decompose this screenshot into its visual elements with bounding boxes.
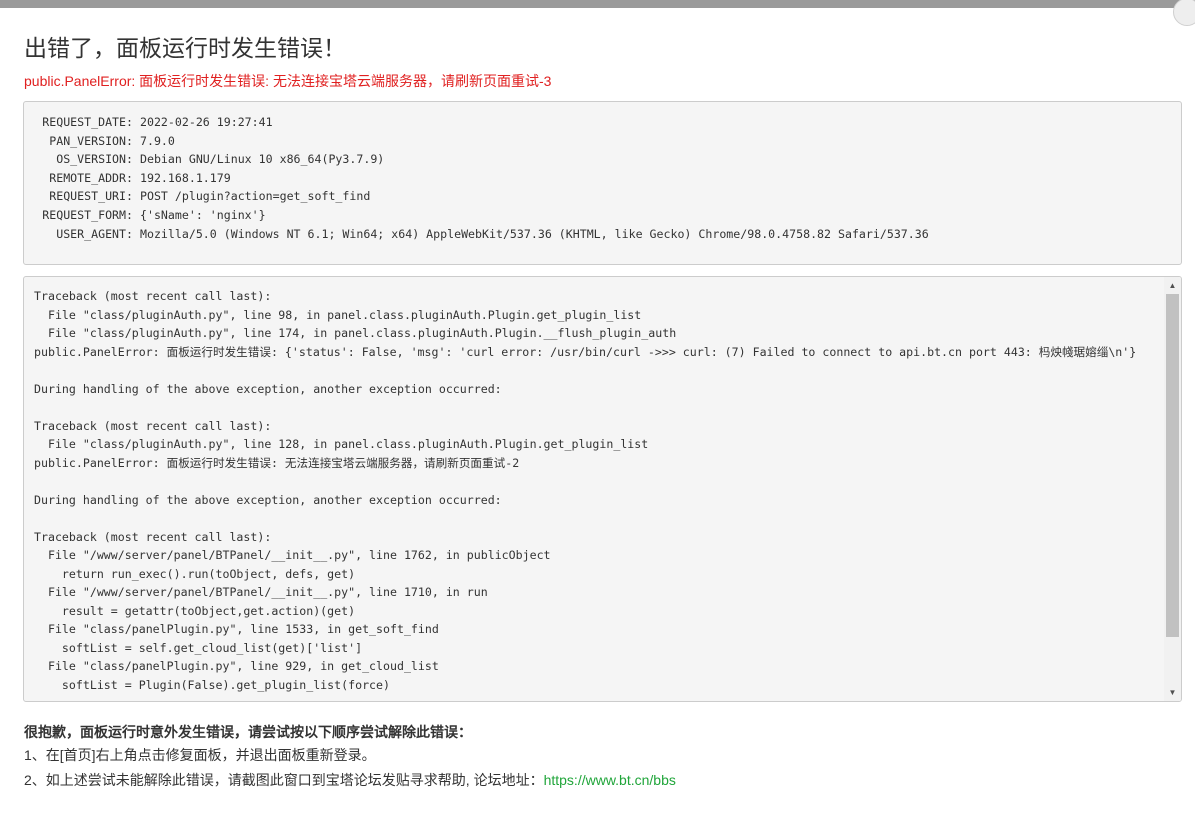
- traceback-line: During handling of the above exception, …: [34, 492, 502, 507]
- forum-link[interactable]: https://www.bt.cn/bbs: [544, 772, 676, 788]
- traceback-line: File "/www/server/panel/BTPanel/__init__…: [34, 548, 551, 562]
- request-info-value: 192.168.1.179: [139, 170, 231, 185]
- help-section: 很抱歉，面板运行时意外发生错误，请尝试按以下顺序尝试解除此错误： 1、在[首页]…: [24, 721, 676, 793]
- traceback-line: return run_exec().run(toObject, defs, ge…: [34, 566, 356, 581]
- request-info-panel: REQUEST_DATE: 2022-02-26 19:27:41 PAN_VE…: [23, 101, 1182, 265]
- request-info-value: {'sName': 'nginx'}: [139, 207, 266, 222]
- request-info-key: OS_VERSION:: [56, 152, 133, 167]
- request-info-row: REQUEST_DATE: 2022-02-26 19:27:41: [34, 113, 1181, 132]
- traceback-line: File "class/pluginAuth.py", line 98, in …: [34, 307, 642, 322]
- request-info-row: USER_AGENT: Mozilla/5.0 (Windows NT 6.1;…: [34, 225, 1181, 244]
- request-info-value: 2022-02-26 19:27:41: [139, 115, 273, 129]
- close-icon[interactable]: [1173, 0, 1195, 26]
- help-step-1: 1、在[首页]右上角点击修复面板，并退出面板重新登录。: [24, 747, 376, 763]
- request-info-key: REQUEST_URI:: [49, 189, 133, 204]
- traceback-line: [34, 472, 1159, 491]
- request-info-key: USER_AGENT:: [56, 226, 133, 241]
- arrow-down-icon[interactable]: ▼: [1164, 684, 1181, 701]
- request-info-row: PAN_VERSION: 7.9.0: [34, 132, 1181, 151]
- error-message: public.PanelError: 面板运行时发生错误: 无法连接宝塔云端服务…: [24, 73, 552, 89]
- traceback-text: Traceback (most recent call last): File …: [34, 287, 1159, 694]
- help-step-2: 2、如上述尝试未能解除此错误，请截图此窗口到宝塔论坛发贴寻求帮助, 论坛地址：h…: [24, 768, 676, 793]
- traceback-scrollbar[interactable]: ▲ ▼: [1164, 277, 1181, 701]
- traceback-line: public.PanelError: 面板运行时发生错误: {'status':…: [34, 344, 1137, 359]
- request-info-key: PAN_VERSION:: [49, 133, 133, 148]
- traceback-line: File "class/panelPlugin.py", line 1533, …: [34, 622, 439, 636]
- traceback-line: Traceback (most recent call last):: [34, 529, 272, 544]
- traceback-line: public.PanelError: 面板运行时发生错误: 无法连接宝塔云端服务…: [34, 455, 520, 470]
- request-info-value: Debian GNU/Linux 10 x86_64(Py3.7.9): [139, 152, 385, 167]
- scrollbar-thumb[interactable]: [1166, 294, 1179, 637]
- arrow-up-icon[interactable]: ▲: [1164, 277, 1181, 294]
- help-title: 很抱歉，面板运行时意外发生错误，请尝试按以下顺序尝试解除此错误：: [24, 724, 472, 740]
- traceback-line: [34, 361, 1159, 380]
- request-info-row: OS_VERSION: Debian GNU/Linux 10 x86_64(P…: [34, 150, 1181, 169]
- traceback-line: Traceback (most recent call last):: [34, 289, 272, 303]
- request-info-value: Mozilla/5.0 (Windows NT 6.1; Win64; x64)…: [139, 226, 929, 241]
- request-info-key: REQUEST_FORM:: [42, 207, 133, 222]
- request-info-row: REQUEST_URI: POST /plugin?action=get_sof…: [34, 187, 1181, 206]
- traceback-line: File "class/panelPlugin.py", line 929, i…: [34, 659, 439, 673]
- traceback-panel[interactable]: Traceback (most recent call last): File …: [23, 276, 1182, 702]
- traceback-line: result = getattr(toObject,get.action)(ge…: [34, 603, 356, 618]
- request-info-row: REQUEST_FORM: {'sName': 'nginx'}: [34, 206, 1181, 225]
- traceback-line: During handling of the above exception, …: [34, 381, 502, 396]
- request-info-key: REMOTE_ADDR:: [49, 170, 133, 185]
- request-info-key: REQUEST_DATE:: [42, 115, 133, 129]
- traceback-line: softList = self.get_cloud_list(get)['lis…: [34, 640, 363, 655]
- error-dialog: 出错了，面板运行时发生错误！ public.PanelError: 面板运行时发…: [0, 0, 1195, 822]
- help-step-2-text: 2、如上述尝试未能解除此错误，请截图此窗口到宝塔论坛发贴寻求帮助, 论坛地址：: [24, 772, 544, 788]
- traceback-line: File "/www/server/panel/BTPanel/__init__…: [34, 585, 488, 599]
- traceback-line: softList = Plugin(False).get_plugin_list…: [34, 677, 390, 692]
- traceback-line: File "class/pluginAuth.py", line 128, in…: [34, 437, 649, 451]
- traceback-line: [34, 509, 1159, 528]
- traceback-line: Traceback (most recent call last):: [34, 418, 272, 433]
- request-info-row: REMOTE_ADDR: 192.168.1.179: [34, 169, 1181, 188]
- request-info-value: 7.9.0: [139, 133, 175, 148]
- traceback-line: [34, 398, 1159, 417]
- overlay-backdrop: [0, 0, 1195, 8]
- dialog-title: 出错了，面板运行时发生错误！: [24, 35, 346, 61]
- traceback-line: File "class/pluginAuth.py", line 174, in…: [34, 326, 677, 340]
- request-info-value: POST /plugin?action=get_soft_find: [139, 189, 371, 204]
